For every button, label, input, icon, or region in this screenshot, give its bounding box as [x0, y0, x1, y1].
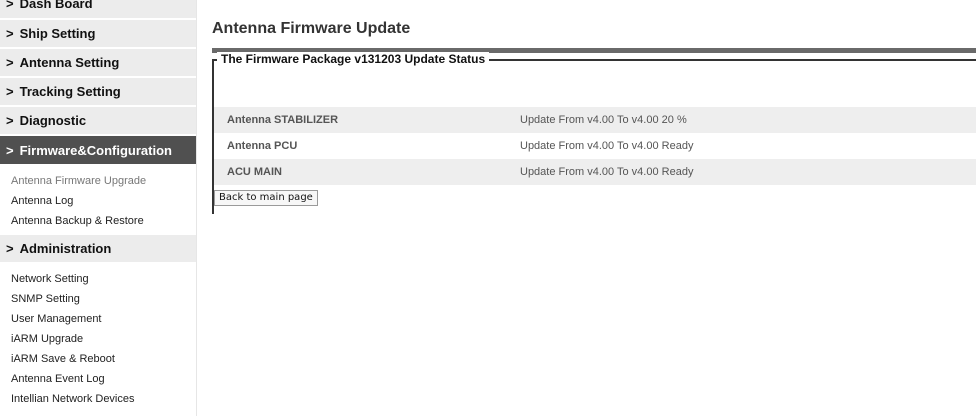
component-name: Antenna PCU	[227, 140, 298, 152]
nav-tracking-setting-label: Tracking Setting	[19, 84, 121, 99]
sidebar-item-intellian-network-devices[interactable]: Intellian Network Devices	[11, 389, 196, 409]
firmware-submenu: Antenna Firmware Upgrade Antenna Log Ant…	[0, 166, 196, 235]
sidebar-item-user-management[interactable]: User Management	[11, 309, 196, 329]
sidebar: > Dash Board > Ship Setting > Antenna Se…	[0, 0, 196, 416]
sidebar-item-iarm-upgrade[interactable]: iARM Upgrade	[11, 329, 196, 349]
main-content: Antenna Firmware Update The Firmware Pac…	[196, 0, 976, 416]
chevron-right-icon: >	[6, 84, 14, 99]
nav-ship-setting-label: Ship Setting	[19, 26, 96, 41]
component-name: Antenna STABILIZER	[227, 114, 339, 126]
chevron-right-icon: >	[6, 0, 14, 11]
table-row: Antenna PCU Update From v4.00 To v4.00 R…	[214, 133, 976, 159]
nav-dash-board-label: Dash Board	[19, 0, 93, 11]
nav-antenna-setting-label: Antenna Setting	[19, 55, 120, 70]
status-legend: The Firmware Package v131203 Update Stat…	[217, 52, 490, 66]
status-table: Antenna STABILIZER Update From v4.00 To …	[214, 107, 976, 185]
chevron-right-icon: >	[6, 113, 14, 128]
table-row: ACU MAIN Update From v4.00 To v4.00 Read…	[214, 159, 976, 185]
sidebar-item-antenna-backup-restore[interactable]: Antenna Backup & Restore	[11, 211, 196, 231]
nav-administration-label: Administration	[19, 241, 112, 256]
nav-antenna-setting[interactable]: > Antenna Setting	[0, 49, 196, 78]
page-title: Antenna Firmware Update	[212, 20, 411, 37]
back-to-main-button[interactable]: Back to main page	[214, 190, 318, 206]
administration-submenu: Network Setting SNMP Setting User Manage…	[0, 264, 196, 413]
nav-dash-board[interactable]: > Dash Board	[0, 0, 196, 20]
nav-diagnostic[interactable]: > Diagnostic	[0, 107, 196, 136]
nav-diagnostic-label: Diagnostic	[19, 113, 87, 128]
component-status: Update From v4.00 To v4.00 20 %	[520, 114, 687, 126]
nav-tracking-setting[interactable]: > Tracking Setting	[0, 78, 196, 107]
sidebar-item-network-setting[interactable]: Network Setting	[11, 269, 196, 289]
sidebar-item-antenna-firmware-upgrade[interactable]: Antenna Firmware Upgrade	[11, 171, 196, 191]
nav-administration[interactable]: > Administration	[0, 235, 196, 264]
nav-ship-setting[interactable]: > Ship Setting	[0, 20, 196, 49]
chevron-right-icon: >	[6, 142, 14, 158]
chevron-right-icon: >	[6, 26, 14, 41]
nav-firmware-configuration[interactable]: > Firmware&Configuration	[0, 136, 196, 166]
sidebar-item-snmp-setting[interactable]: SNMP Setting	[11, 289, 196, 309]
sidebar-item-antenna-log[interactable]: Antenna Log	[11, 191, 196, 211]
component-name: ACU MAIN	[227, 166, 282, 178]
component-status: Update From v4.00 To v4.00 Ready	[520, 166, 694, 178]
nav-firmware-configuration-label: Firmware&Configuration	[19, 142, 172, 158]
chevron-right-icon: >	[6, 55, 14, 70]
chevron-right-icon: >	[6, 241, 14, 256]
table-row: Antenna STABILIZER Update From v4.00 To …	[214, 107, 976, 133]
sidebar-item-antenna-event-log[interactable]: Antenna Event Log	[11, 369, 196, 389]
sidebar-item-iarm-save-reboot[interactable]: iARM Save & Reboot	[11, 349, 196, 369]
component-status: Update From v4.00 To v4.00 Ready	[520, 140, 694, 152]
